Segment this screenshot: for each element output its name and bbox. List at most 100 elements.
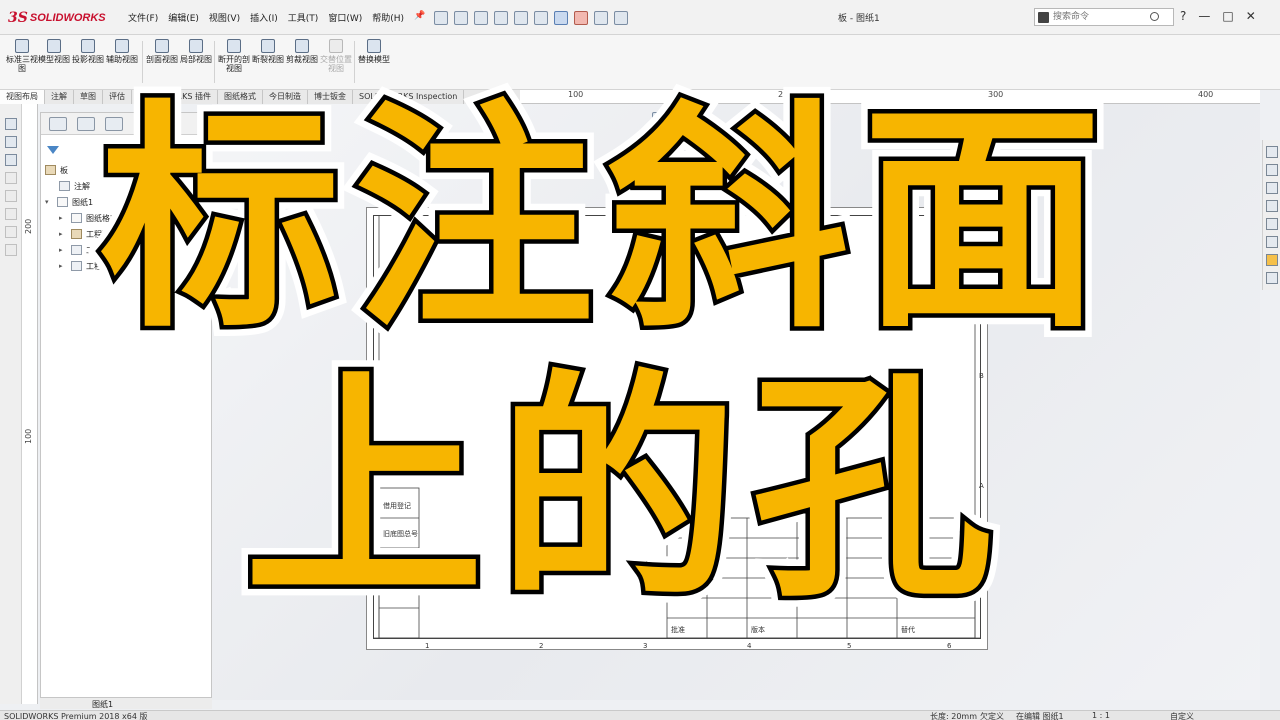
datum-icon[interactable] xyxy=(5,226,17,238)
search-commands[interactable] xyxy=(1034,8,1174,26)
maximize-button[interactable]: □ xyxy=(1222,9,1233,23)
title-block-label: 签字 xyxy=(383,559,397,568)
detail-view-button[interactable]: 局部视图 xyxy=(178,39,214,87)
status-scale[interactable]: 1 : 1 xyxy=(1092,711,1110,720)
sheet-tab[interactable]: 图纸1 xyxy=(92,699,113,710)
expand-arrow-icon[interactable]: ▸ xyxy=(59,214,67,222)
ruler-tick: 300 xyxy=(988,90,1004,99)
menu-window[interactable]: 窗口(W) xyxy=(328,11,362,24)
tab-sheet-metal[interactable]: 博士钣金 xyxy=(308,90,353,104)
break-view-button[interactable]: 断裂视图 xyxy=(250,39,286,87)
note-icon[interactable] xyxy=(5,136,17,148)
weld-symbol-icon[interactable] xyxy=(5,190,17,202)
vertical-ruler: 200 100 xyxy=(22,104,38,704)
annotations-icon xyxy=(59,181,70,191)
expand-arrow-icon[interactable]: ▸ xyxy=(59,246,67,254)
options-gear-icon[interactable] xyxy=(614,11,628,25)
task-pane xyxy=(1262,140,1280,290)
open-folder-icon[interactable] xyxy=(474,11,488,25)
drawing-sheet[interactable]: 1 2 3 4 5 6 B A 借用登记 旧底图总号 签字 设计 批准 版本 替… xyxy=(366,207,988,650)
tree-item-sheet-format[interactable]: ▸ 图纸格式1 xyxy=(59,211,123,225)
solidworks-logo[interactable]: 3S SOLIDWORKS xyxy=(8,9,106,27)
horizontal-ruler: 100 200 300 400 xyxy=(520,90,1260,104)
pin-icon[interactable]: 📌 xyxy=(414,11,425,24)
menu-help[interactable]: 帮助(H) xyxy=(372,11,404,24)
tab-sketch[interactable]: 草图 xyxy=(74,90,103,104)
tab-view-layout[interactable]: 视图布局 xyxy=(0,90,45,104)
projected-view-button[interactable]: 投影视图 xyxy=(70,39,106,87)
expand-arrow-icon[interactable]: ▸ xyxy=(59,230,67,238)
print-icon[interactable] xyxy=(514,11,528,25)
resources-icon[interactable] xyxy=(1266,164,1278,176)
menu-file[interactable]: 文件(F) xyxy=(128,11,158,24)
tree-item-drawing-view1[interactable]: ▸ 工程图视图1 xyxy=(59,227,131,241)
status-custom[interactable]: 自定义 xyxy=(1170,711,1194,720)
tab-annotation[interactable]: 注解 xyxy=(45,90,74,104)
feature-manager-tab-icon[interactable] xyxy=(49,117,67,131)
balloon-icon[interactable] xyxy=(5,154,17,166)
file-properties-icon[interactable] xyxy=(594,11,608,25)
menu-edit[interactable]: 编辑(E) xyxy=(168,11,199,24)
tab-evaluate[interactable]: 评估 xyxy=(103,90,132,104)
drawing-icon xyxy=(45,165,56,175)
menu-view[interactable]: 视图(V) xyxy=(209,11,240,24)
undo-icon[interactable] xyxy=(534,11,548,25)
ruler-tick: 200 xyxy=(778,90,794,99)
zoom-to-fit-icon[interactable] xyxy=(652,112,666,126)
status-bar: SOLIDWORKS Premium 2018 x64 版 长度: 20mm 欠… xyxy=(0,710,1280,720)
search-input[interactable] xyxy=(1053,10,1153,24)
custom-properties-icon[interactable] xyxy=(1266,236,1278,248)
appearances-icon[interactable] xyxy=(1266,218,1278,230)
new-document-icon[interactable] xyxy=(454,11,468,25)
expand-arrow-icon[interactable]: ▸ xyxy=(59,262,67,270)
tab-inspection[interactable]: SOLIDWORKS Inspection xyxy=(353,90,465,104)
close-button[interactable]: ✕ xyxy=(1246,9,1256,23)
property-manager-tab-icon[interactable] xyxy=(77,117,95,131)
replace-model-button[interactable]: 替换模型 xyxy=(356,39,392,87)
configuration-manager-tab-icon[interactable] xyxy=(105,117,123,131)
help-icon[interactable]: ? xyxy=(1180,9,1186,23)
surface-finish-icon[interactable] xyxy=(5,172,17,184)
collapse-arrow-icon[interactable]: ▾ xyxy=(45,198,53,206)
center-mark-icon[interactable] xyxy=(5,244,17,256)
standard-3-view-icon xyxy=(15,39,29,53)
zoom-area-icon[interactable] xyxy=(676,112,690,126)
search-icon[interactable] xyxy=(1150,12,1159,21)
crop-view-button[interactable]: 剪裁视图 xyxy=(284,39,320,87)
tree-item-sheet1[interactable]: ▾ 图纸1 xyxy=(45,195,93,209)
ruler-tick: 400 xyxy=(1198,90,1214,99)
command-tabs: 视图布局 注解 草图 评估 SOLIDWORKS 插件 图纸格式 今日制造 博士… xyxy=(0,90,520,104)
menu-insert[interactable]: 插入(I) xyxy=(250,11,278,24)
hole-callout-icon[interactable] xyxy=(5,208,17,220)
alternate-position-view-button[interactable]: 交替位置视图 xyxy=(318,39,354,87)
feature-manager-tree: 板 注解 ▾ 图纸1 ▸ 图纸格式1 ▸ 工程图视图1 ▸ 工程图视图2 ▸ 工… xyxy=(40,112,212,700)
select-cursor-icon[interactable] xyxy=(554,11,568,25)
crop-view-icon xyxy=(295,39,309,53)
tree-item-drawing-view3[interactable]: ▸ 工程图视图3 xyxy=(59,259,131,273)
home-icon[interactable] xyxy=(1266,146,1278,158)
file-explorer-icon[interactable] xyxy=(1266,182,1278,194)
smart-dimension-icon[interactable] xyxy=(5,118,17,130)
broken-out-section-button[interactable]: 断开的剖视图 xyxy=(216,39,252,87)
model-view-button[interactable]: 模型视图 xyxy=(36,39,72,87)
sticky-note-icon[interactable] xyxy=(1266,254,1278,266)
traffic-light-icon[interactable] xyxy=(574,11,588,25)
forum-icon[interactable] xyxy=(1266,272,1278,284)
view-palette-icon[interactable] xyxy=(1266,200,1278,212)
menu-tools[interactable]: 工具(T) xyxy=(288,11,319,24)
auxiliary-view-button[interactable]: 辅助视图 xyxy=(104,39,140,87)
tab-add-ins[interactable]: SOLIDWORKS 插件 xyxy=(132,90,218,104)
save-icon[interactable] xyxy=(494,11,508,25)
drawing-view-icon xyxy=(71,229,82,239)
title-block-label: 借用登记 xyxy=(383,501,411,510)
tree-item-annotations[interactable]: 注解 xyxy=(59,179,90,193)
tab-today-manufacture[interactable]: 今日制造 xyxy=(263,90,308,104)
minimize-button[interactable]: — xyxy=(1198,9,1210,23)
tree-root[interactable]: 板 xyxy=(45,163,68,177)
tab-sheet-format[interactable]: 图纸格式 xyxy=(218,90,263,104)
standard-3-view-button[interactable]: 标准三视图 xyxy=(4,39,40,87)
tree-item-drawing-view2[interactable]: ▸ 工程图视图2 xyxy=(59,243,131,257)
home-icon[interactable] xyxy=(434,11,448,25)
section-view-button[interactable]: 剖面视图 xyxy=(144,39,180,87)
filter-icon[interactable] xyxy=(47,146,59,154)
